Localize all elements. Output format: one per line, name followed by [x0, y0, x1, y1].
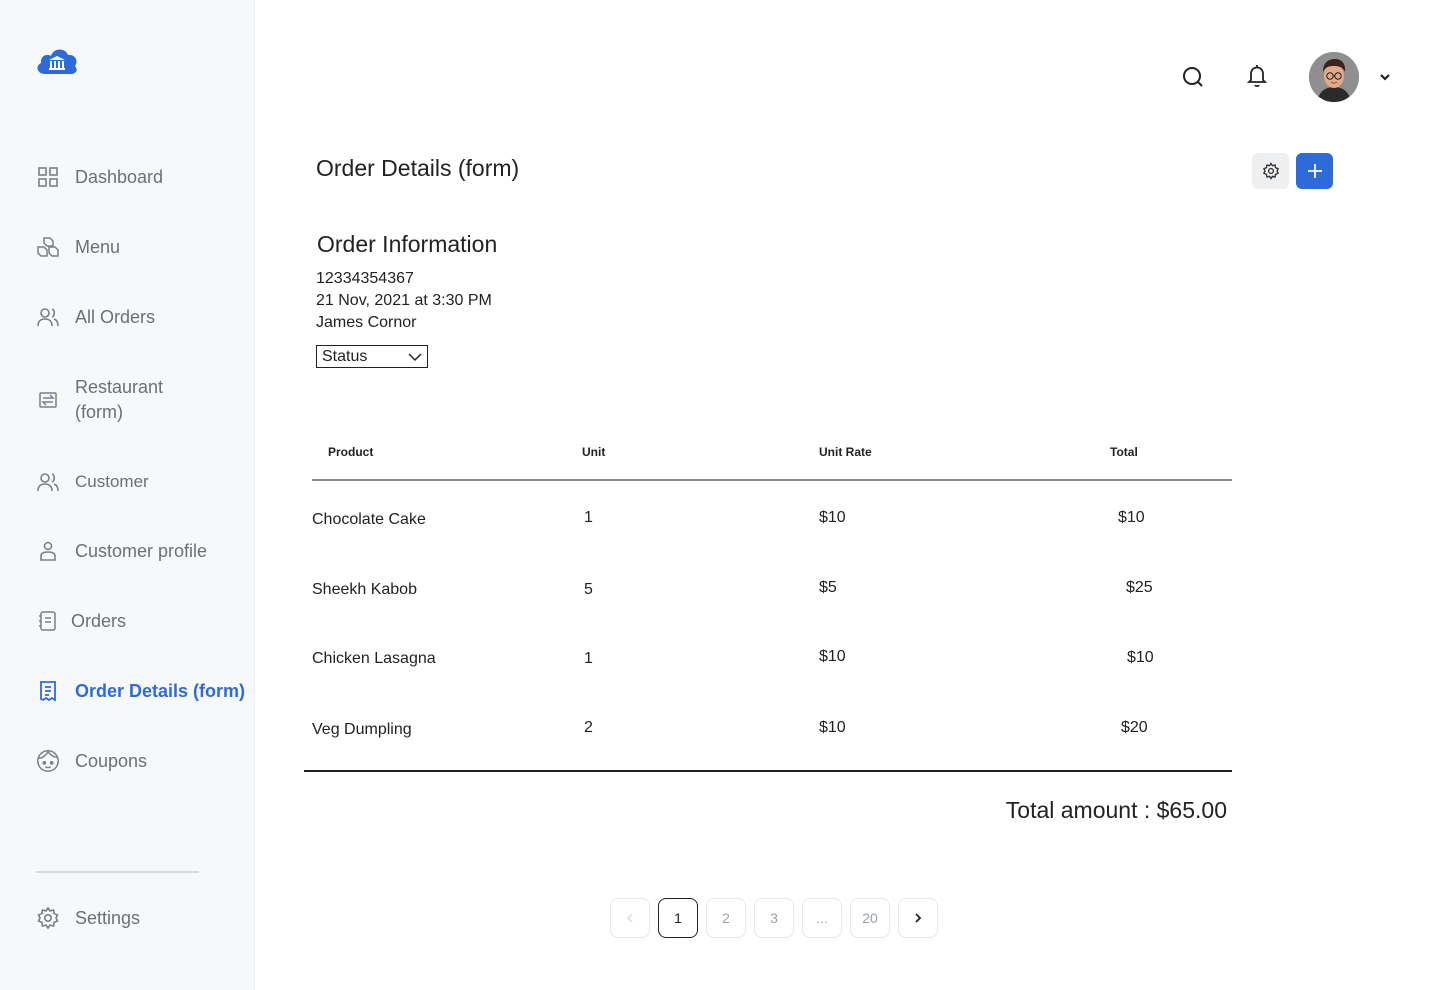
sidebar-item-label: Order Details (form)	[75, 680, 246, 701]
sidebar: Dashboard Menu All Orders Restaurant (fo…	[0, 0, 255, 990]
sidebar-divider	[36, 871, 199, 873]
section-title: Order Information	[317, 231, 498, 257]
sidebar-item-orders[interactable]: Orders	[35, 608, 126, 634]
cell-total: $20	[1121, 719, 1148, 736]
cell-total: $25	[1126, 579, 1153, 596]
sidebar-item-label: Settings	[75, 907, 141, 928]
sidebar-item-all-orders[interactable]: All Orders	[35, 304, 155, 330]
cell-product: Chocolate Cake	[312, 511, 426, 528]
order-id: 12334354367	[316, 270, 414, 287]
cell-product: Sheekh Kabob	[312, 581, 417, 598]
bell-icon[interactable]	[1243, 62, 1271, 90]
order-date: 21 Nov, 2021 at 3:30 PM	[316, 292, 492, 309]
chevron-down-icon[interactable]	[1378, 70, 1392, 84]
sidebar-item-label: All Orders	[75, 306, 156, 327]
cell-rate: $10	[819, 719, 846, 736]
sidebar-item-dashboard[interactable]: Dashboard	[35, 164, 163, 190]
status-select-value: Status	[322, 347, 368, 365]
sidebar-item-label: Menu	[75, 236, 121, 257]
table-header-product: Product	[328, 445, 374, 459]
users-icon	[35, 469, 61, 495]
sidebar-item-settings[interactable]: Settings	[35, 905, 140, 931]
gear-icon	[1262, 162, 1279, 180]
document-icon	[35, 678, 61, 704]
sidebar-item-label: Orders	[71, 610, 127, 631]
pagination-page-1[interactable]: 1	[658, 898, 698, 938]
chevron-left-icon	[626, 913, 633, 923]
cell-unit: 2	[584, 719, 593, 736]
avatar[interactable]	[1309, 52, 1359, 102]
sidebar-item-label: Restaurant (form)	[75, 377, 164, 422]
sidebar-item-coupons[interactable]: Coupons	[35, 748, 147, 774]
grid-icon	[35, 164, 61, 190]
pagination-prev-button[interactable]	[610, 898, 650, 938]
sidebar-item-label: Customer profile	[75, 540, 208, 561]
search-icon[interactable]	[1179, 63, 1207, 91]
boxes-icon	[35, 234, 61, 260]
page-title: Order Details (form)	[316, 155, 520, 181]
plus-icon	[1307, 164, 1322, 178]
cell-unit: 5	[584, 581, 593, 598]
pagination-next-button[interactable]	[898, 898, 938, 938]
settings-button[interactable]	[1252, 153, 1289, 189]
status-select[interactable]: Status	[316, 345, 428, 368]
sidebar-item-label: Customer	[75, 472, 149, 491]
cell-total: $10	[1127, 649, 1154, 666]
sidebar-item-label: Coupons	[75, 750, 148, 771]
customer-name: James Cornor	[316, 314, 417, 331]
gear-icon	[35, 905, 61, 931]
receipt-list-icon	[35, 608, 61, 634]
transfer-icon	[35, 387, 61, 413]
table-header-unit-rate: Unit Rate	[819, 445, 872, 459]
pagination-page-20[interactable]: 20	[850, 898, 890, 938]
cell-rate: $10	[819, 509, 846, 526]
pagination-ellipsis: ...	[802, 898, 842, 938]
sidebar-item-order-details-form[interactable]: Order Details (form)	[35, 678, 245, 704]
table-divider	[312, 479, 1232, 481]
chevron-down-icon	[408, 352, 422, 361]
add-button[interactable]	[1296, 153, 1333, 189]
person-icon	[35, 538, 61, 564]
cell-product: Chicken Lasagna	[312, 650, 436, 667]
pagination-page-3[interactable]: 3	[754, 898, 794, 938]
sidebar-item-customer-profile[interactable]: Customer profile	[35, 538, 207, 564]
table-header-total: Total	[1110, 445, 1138, 459]
sidebar-item-customer[interactable]: Customer	[35, 469, 149, 495]
cell-rate: $5	[819, 579, 837, 596]
table-header-unit: Unit	[582, 445, 606, 459]
cell-rate: $10	[819, 648, 846, 665]
cell-unit: 1	[584, 509, 593, 526]
users-icon	[35, 304, 61, 330]
sidebar-item-label: Dashboard	[75, 166, 164, 187]
sidebar-item-menu[interactable]: Menu	[35, 234, 120, 260]
cell-unit: 1	[584, 650, 593, 667]
face-icon	[35, 748, 61, 774]
total-amount: Total amount : $65.00	[1005, 797, 1227, 823]
pagination-page-2[interactable]: 2	[706, 898, 746, 938]
logo-icon[interactable]	[35, 44, 79, 78]
table-bottom-divider	[304, 770, 1232, 772]
sidebar-item-restaurant-form[interactable]: Restaurant (form)	[35, 375, 185, 425]
chevron-right-icon	[915, 913, 922, 923]
cell-total: $10	[1118, 509, 1145, 526]
cell-product: Veg Dumpling	[312, 721, 412, 738]
